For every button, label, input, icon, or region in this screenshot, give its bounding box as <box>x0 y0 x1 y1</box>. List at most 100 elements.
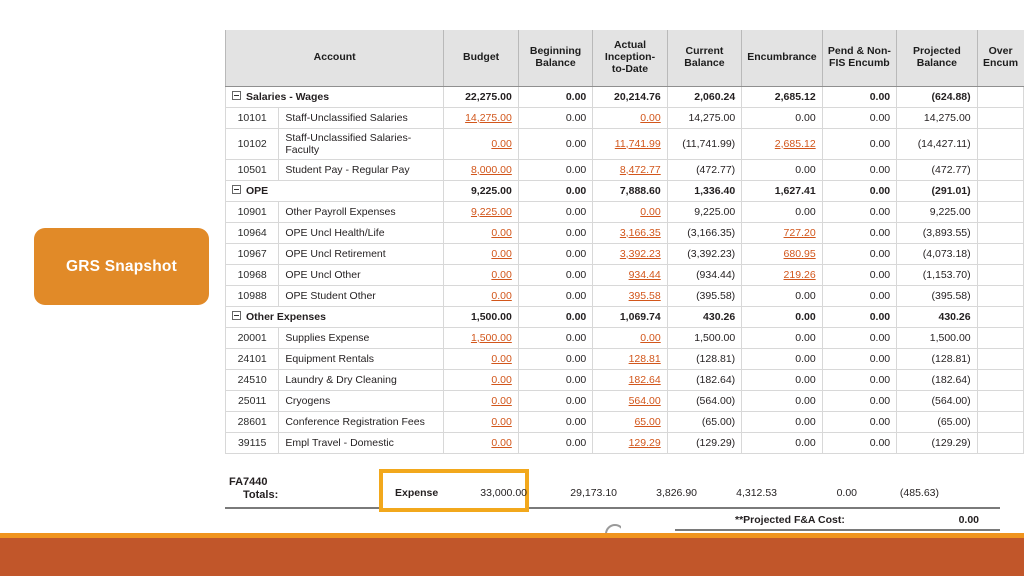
group-total-encumbrance: 2,685.12 <box>741 86 823 108</box>
table-row[interactable]: 24101 Equipment Rentals 0.00 0.00 128.81 (128… <box>224 348 1024 370</box>
group-header-row[interactable]: OPE 9,225.00 0.00 7,888.60 1,336.40 1,627.41 0… <box>224 180 1024 202</box>
table-row[interactable]: 25011 Cryogens 0.00 0.00 564.00 (564.00) 0.00 0… <box>224 390 1024 412</box>
drilldown-link-actual-itd[interactable]: 128.81 <box>629 353 661 365</box>
col-header-beginning-balance[interactable]: Beginning Balance <box>518 30 594 87</box>
drilldown-link-encumbrance[interactable]: 680.95 <box>784 248 816 260</box>
group-label-cell[interactable]: Other Expenses <box>224 306 445 328</box>
drilldown-link-budget[interactable]: 14,275.00 <box>465 112 512 124</box>
drilldown-link-encumbrance[interactable]: 727.20 <box>784 227 816 239</box>
col-header-encumbrance[interactable]: Encumbrance <box>741 30 823 87</box>
table-row[interactable]: 39115 Empl Travel - Domestic 0.00 0.00 129.2… <box>224 432 1024 454</box>
account-code-cell: 10102 <box>224 128 280 160</box>
drilldown-link-actual-itd[interactable]: 3,392.23 <box>620 248 661 260</box>
table-row[interactable]: 10501 Student Pay - Regular Pay 8,000.00 0.… <box>224 159 1024 181</box>
drilldown-link-actual-itd[interactable]: 0.00 <box>640 112 660 124</box>
cell-pend-non-fis: 0.00 <box>822 222 898 244</box>
drilldown-link-actual-itd[interactable]: 182.64 <box>629 374 661 386</box>
col-header-budget[interactable]: Budget <box>443 30 519 87</box>
drilldown-link-budget[interactable]: 0.00 <box>491 269 511 281</box>
cell-projected-balance: 14,275.00 <box>896 107 978 129</box>
totals-actual-itd: 29,173.10 <box>570 487 617 499</box>
drilldown-link-actual-itd[interactable]: 0.00 <box>640 206 660 218</box>
collapse-minus-icon[interactable] <box>232 185 241 195</box>
account-name-cell: Student Pay - Regular Pay <box>278 159 445 181</box>
drilldown-link-actual-itd[interactable]: 3,166.35 <box>620 227 661 239</box>
table-row[interactable]: 10964 OPE Uncl Health/Life 0.00 0.00 3,166.3… <box>224 222 1024 244</box>
drilldown-link-budget[interactable]: 9,225.00 <box>471 206 512 218</box>
drilldown-link-encumbrance[interactable]: 219.26 <box>784 269 816 281</box>
drilldown-link-budget[interactable]: 0.00 <box>491 353 511 365</box>
projected-fa-cost-label: **Projected F&A Cost: <box>735 514 845 526</box>
drilldown-link-budget[interactable]: 0.00 <box>491 227 511 239</box>
totals-projected-balance: (485.63) <box>899 487 939 499</box>
col-header-pend-non-fis[interactable]: Pend & Non-FIS Encumb <box>822 30 898 87</box>
group-total-actual-itd: 1,069.74 <box>592 306 668 328</box>
cell-over-encum <box>977 348 1024 370</box>
account-code-cell: 10901 <box>224 201 280 223</box>
col-header-account[interactable]: Account <box>224 30 445 87</box>
drilldown-link-budget[interactable]: 0.00 <box>491 395 511 407</box>
cell-current-balance: (395.58) <box>667 285 743 307</box>
drilldown-link-budget[interactable]: 0.00 <box>491 248 511 260</box>
drilldown-link-actual-itd[interactable]: 0.00 <box>640 332 660 344</box>
group-header-row[interactable]: Other Expenses 1,500.00 0.00 1,069.74 430.26… <box>224 306 1024 328</box>
collapse-minus-icon[interactable] <box>232 311 241 321</box>
cell-pend-non-fis: 0.00 <box>822 285 898 307</box>
collapse-minus-icon[interactable] <box>232 91 241 101</box>
col-header-projected-balance[interactable]: Projected Balance <box>896 30 978 87</box>
table-row[interactable]: 10101 Staff-Unclassified Salaries 14,275.0… <box>224 107 1024 129</box>
group-header-row[interactable]: Salaries - Wages 22,275.00 0.00 20,214.76 2,… <box>224 86 1024 108</box>
drilldown-link-budget[interactable]: 0.00 <box>491 290 511 302</box>
col-header-actual-itd[interactable]: Actual Inception-to-Date <box>592 30 668 87</box>
table-row[interactable]: 20001 Supplies Expense 1,500.00 0.00 0.00 1,5… <box>224 327 1024 349</box>
table-row[interactable]: 28601 Conference Registration Fees 0.00 0.0… <box>224 411 1024 433</box>
account-name-cell: Supplies Expense <box>278 327 445 349</box>
cell-beginning-balance: 0.00 <box>518 243 594 265</box>
cell-beginning-balance: 0.00 <box>518 107 594 129</box>
group-total-over-encum <box>977 180 1024 202</box>
drilldown-link-budget[interactable]: 0.00 <box>491 416 511 428</box>
drilldown-link-actual-itd[interactable]: 65.00 <box>634 416 660 428</box>
table-row[interactable]: 10102 Staff-Unclassified Salaries-Faculty… <box>224 128 1024 160</box>
cell-encumbrance: 0.00 <box>741 159 823 181</box>
cell-current-balance: (182.64) <box>667 369 743 391</box>
account-name-cell: Conference Registration Fees <box>278 411 445 433</box>
cell-current-balance: 9,225.00 <box>667 201 743 223</box>
account-name-cell: Staff-Unclassified Salaries-Faculty <box>278 128 445 160</box>
cell-actual-itd: 395.58 <box>592 285 668 307</box>
drilldown-link-budget[interactable]: 8,000.00 <box>471 164 512 176</box>
grid-header: Account Budget Beginning Balance Actual … <box>224 30 1024 87</box>
totals-rule-top <box>225 507 1000 509</box>
drilldown-link-budget[interactable]: 0.00 <box>491 374 511 386</box>
cell-encumbrance: 0.00 <box>741 201 823 223</box>
account-code-cell: 24510 <box>224 369 280 391</box>
cell-actual-itd: 564.00 <box>592 390 668 412</box>
drilldown-link-budget[interactable]: 1,500.00 <box>471 332 512 344</box>
group-name: Salaries - Wages <box>246 90 330 103</box>
cell-current-balance: (3,392.23) <box>667 243 743 265</box>
group-total-projected-balance: 430.26 <box>896 306 978 328</box>
col-header-over-encum[interactable]: Over Encum <box>977 30 1024 87</box>
drilldown-link-actual-itd[interactable]: 129.29 <box>629 437 661 449</box>
drilldown-link-budget[interactable]: 0.00 <box>491 138 511 150</box>
cell-over-encum <box>977 222 1024 244</box>
group-label-cell[interactable]: OPE <box>224 180 445 202</box>
cell-pend-non-fis: 0.00 <box>822 264 898 286</box>
drilldown-link-budget[interactable]: 0.00 <box>491 437 511 449</box>
drilldown-link-actual-itd[interactable]: 395.58 <box>629 290 661 302</box>
drilldown-link-actual-itd[interactable]: 8,472.77 <box>620 164 661 176</box>
drilldown-link-actual-itd[interactable]: 564.00 <box>629 395 661 407</box>
drilldown-link-actual-itd[interactable]: 934.44 <box>629 269 661 281</box>
group-label-cell[interactable]: Salaries - Wages <box>224 86 445 108</box>
table-row[interactable]: 10901 Other Payroll Expenses 9,225.00 0.00 0… <box>224 201 1024 223</box>
col-header-current-balance[interactable]: Current Balance <box>667 30 743 87</box>
drilldown-link-actual-itd[interactable]: 11,741.99 <box>615 138 661 150</box>
table-row[interactable]: 10968 OPE Uncl Other 0.00 0.00 934.44 (934.44… <box>224 264 1024 286</box>
drilldown-link-encumbrance[interactable]: 2,685.12 <box>775 138 816 150</box>
account-name-cell: Empl Travel - Domestic <box>278 432 445 454</box>
table-row[interactable]: 24510 Laundry & Dry Cleaning 0.00 0.00 182.6… <box>224 369 1024 391</box>
table-row[interactable]: 10967 OPE Uncl Retirement 0.00 0.00 3,392.23… <box>224 243 1024 265</box>
account-code-cell: 28601 <box>224 411 280 433</box>
account-code-cell: 10968 <box>224 264 280 286</box>
table-row[interactable]: 10988 OPE Student Other 0.00 0.00 395.58 (395… <box>224 285 1024 307</box>
